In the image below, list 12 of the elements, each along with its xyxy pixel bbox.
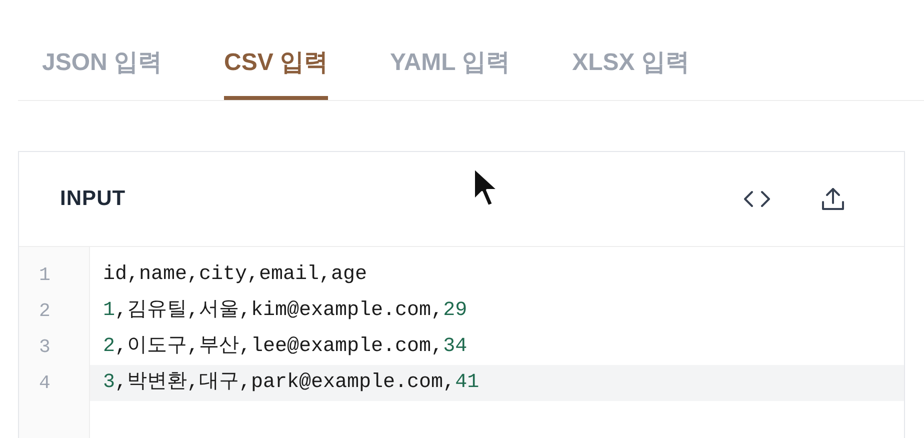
- code-line: id,name,city,email,age: [102, 262, 368, 288]
- line-number: 3: [39, 334, 50, 360]
- line-number: 4: [39, 370, 50, 396]
- line-number: 1: [39, 262, 50, 288]
- tab[interactable]: JSON 입력: [42, 30, 162, 100]
- tab[interactable]: XLSX 입력: [572, 30, 690, 100]
- code-line: 2,이도구,부산,lee@example.com,34: [102, 334, 468, 360]
- tab[interactable]: YAML 입력: [390, 30, 510, 100]
- panel-title: INPUT: [60, 186, 126, 212]
- tab[interactable]: CSV 입력: [224, 30, 328, 100]
- line-number: 2: [39, 298, 50, 324]
- code-line: 1,김유틸,서울,kim@example.com,29: [102, 298, 468, 324]
